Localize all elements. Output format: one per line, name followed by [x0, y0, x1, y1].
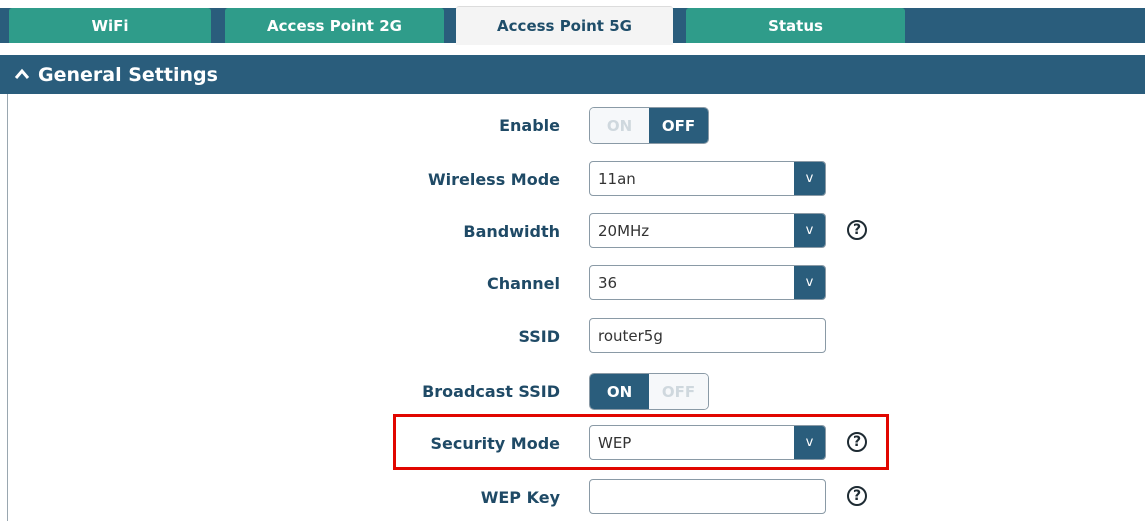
tab-bar: WiFi Access Point 2G Access Point 5G Sta…: [0, 0, 1145, 45]
tab-status[interactable]: Status: [686, 8, 905, 43]
caret-up-icon: [14, 65, 30, 84]
tab-access-point-2g[interactable]: Access Point 2G: [225, 8, 444, 43]
wireless-mode-select[interactable]: 11an v: [589, 161, 826, 196]
bandwidth-row: Bandwidth 20MHz v ?: [0, 213, 1145, 249]
channel-select[interactable]: 36 v: [589, 265, 826, 300]
channel-value: 36: [598, 273, 618, 292]
chevron-down-icon[interactable]: v: [794, 214, 825, 247]
bandwidth-value: 20MHz: [598, 221, 650, 240]
enable-toggle[interactable]: ON OFF: [589, 107, 709, 144]
wep-key-row: WEP Key ?: [0, 479, 1145, 515]
general-settings-header[interactable]: General Settings: [0, 55, 1145, 94]
broadcast-ssid-off-segment[interactable]: OFF: [649, 374, 708, 409]
channel-row: Channel 36 v: [0, 265, 1145, 301]
wep-key-input[interactable]: [589, 479, 826, 514]
enable-row: Enable ON OFF: [0, 107, 1145, 144]
wireless-mode-row: Wireless Mode 11an v: [0, 161, 1145, 197]
broadcast-ssid-row: Broadcast SSID ON OFF: [0, 373, 1145, 410]
chevron-down-icon[interactable]: v: [794, 162, 825, 195]
broadcast-ssid-toggle[interactable]: ON OFF: [589, 373, 709, 410]
broadcast-ssid-label: Broadcast SSID: [422, 381, 560, 401]
wireless-mode-value: 11an: [598, 169, 636, 188]
broadcast-ssid-on-segment[interactable]: ON: [590, 374, 649, 409]
wireless-mode-label: Wireless Mode: [427, 169, 560, 189]
enable-off-segment[interactable]: OFF: [649, 108, 708, 143]
help-icon[interactable]: ?: [847, 220, 867, 240]
chevron-down-icon[interactable]: v: [794, 266, 825, 299]
bandwidth-select[interactable]: 20MHz v: [589, 213, 826, 248]
tab-wifi[interactable]: WiFi: [9, 8, 211, 43]
enable-on-segment[interactable]: ON: [590, 108, 649, 143]
ssid-label: SSID: [518, 326, 560, 346]
ssid-input[interactable]: router5g: [589, 318, 826, 353]
bandwidth-label: Bandwidth: [463, 221, 560, 241]
security-mode-highlight-box: [393, 414, 889, 470]
help-icon[interactable]: ?: [847, 486, 867, 506]
section-title: General Settings: [38, 63, 218, 86]
wep-key-label: WEP Key: [480, 487, 560, 507]
enable-label: Enable: [499, 115, 560, 135]
channel-label: Channel: [486, 273, 560, 293]
ssid-row: SSID router5g: [0, 318, 1145, 354]
tab-access-point-5g[interactable]: Access Point 5G: [456, 6, 673, 45]
